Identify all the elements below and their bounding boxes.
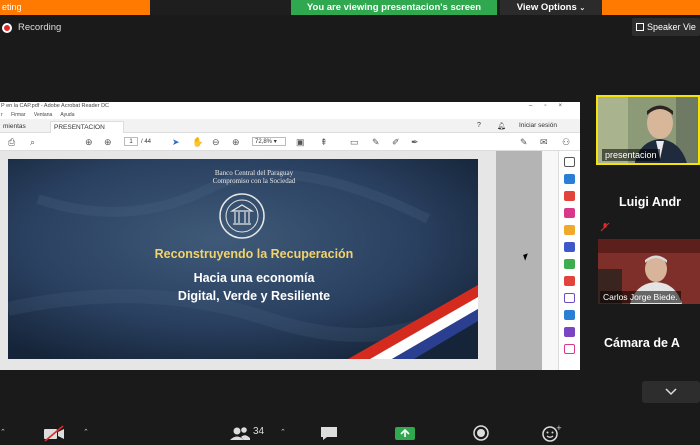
page-total: / 44 bbox=[141, 139, 152, 145]
page-up-icon[interactable]: ⊕ bbox=[85, 137, 93, 147]
meeting-controls-bar: ⌃ ⌃ 34 ⌃ + bbox=[0, 420, 700, 445]
zoom-window: eting You are viewing presentacion's scr… bbox=[0, 0, 700, 445]
acrobat-title: P en la CAP.pdf - Adobe Acrobat Reader D… bbox=[1, 103, 110, 109]
edit-pdf-icon[interactable] bbox=[564, 208, 575, 218]
export-pdf-icon[interactable] bbox=[564, 174, 575, 184]
acrobat-title-bar: P en la CAP.pdf - Adobe Acrobat Reader D… bbox=[0, 102, 580, 111]
sign-icon[interactable]: ✒ bbox=[411, 137, 419, 147]
comment-icon[interactable]: ▭ bbox=[350, 137, 359, 147]
organize-icon[interactable] bbox=[564, 259, 575, 269]
chat-icon[interactable] bbox=[319, 424, 339, 442]
menu-item-firmar[interactable]: Firmar bbox=[11, 112, 25, 118]
chevron-down-icon bbox=[665, 388, 677, 396]
print-icon[interactable]: ⎙ bbox=[8, 137, 15, 147]
reactions-icon[interactable]: + bbox=[540, 424, 562, 442]
participants-icon[interactable] bbox=[229, 424, 251, 442]
edit-icon[interactable]: ✎ bbox=[520, 137, 528, 147]
optimize-icon[interactable] bbox=[564, 310, 575, 320]
participant-name: Luigi Andr bbox=[619, 195, 682, 209]
record-icon[interactable] bbox=[471, 424, 491, 442]
page-input[interactable]: 1 bbox=[124, 137, 138, 146]
participant-tile-luigi[interactable]: Luigi Andr bbox=[598, 177, 700, 227]
fill-sign-icon[interactable] bbox=[564, 327, 575, 337]
top-right-bar bbox=[602, 0, 700, 15]
presenter-video-tile[interactable]: presentacion bbox=[596, 95, 700, 165]
recording-label: Recording bbox=[18, 22, 62, 33]
create-pdf-icon[interactable] bbox=[564, 191, 575, 201]
scroll-mode-icon[interactable]: ⇞ bbox=[320, 137, 328, 147]
participant-label: Carlos Jorge Biede. bbox=[600, 291, 681, 303]
window-controls[interactable]: –▫× bbox=[529, 102, 574, 111]
mail-icon[interactable]: ✉ bbox=[540, 137, 548, 147]
document-area: Banco Central del Paraguay Compromiso co… bbox=[0, 151, 558, 370]
menu-item-ayuda[interactable]: Ayuda bbox=[60, 112, 74, 118]
acrobat-menu: r Firmar Ventana Ayuda bbox=[0, 111, 580, 119]
zoom-out-icon[interactable]: ⊖ bbox=[212, 137, 220, 147]
viewing-banner: You are viewing presentacion's screen bbox=[291, 0, 497, 15]
menu-item-ventana[interactable]: Ventana bbox=[34, 112, 52, 118]
tools-side-panel bbox=[558, 151, 580, 370]
protect-icon[interactable] bbox=[564, 293, 575, 303]
speaker-view-button[interactable]: Speaker Vie bbox=[632, 18, 700, 36]
page-navigator: 1/ 44 bbox=[124, 137, 151, 146]
participants-count: 34 bbox=[253, 426, 265, 437]
zoom-select[interactable]: 72,8% ▾ bbox=[252, 137, 286, 146]
help-icon[interactable]: ? bbox=[477, 122, 481, 129]
flag-stripes bbox=[348, 285, 478, 359]
document-gutter bbox=[496, 151, 542, 370]
vertical-scrollbar[interactable] bbox=[542, 151, 558, 370]
record-icon bbox=[2, 22, 12, 33]
share-icon[interactable]: ⚇ bbox=[562, 137, 570, 147]
grid-icon bbox=[636, 23, 644, 31]
mic-muted-icon bbox=[600, 222, 610, 232]
hand-icon[interactable]: ✋ bbox=[192, 137, 203, 147]
page-down-icon[interactable]: ⊕ bbox=[104, 137, 112, 147]
zoom-in-icon[interactable]: ⊕ bbox=[232, 137, 240, 147]
video-options-caret[interactable]: ⌃ bbox=[83, 428, 89, 436]
tab-tools[interactable]: mientas bbox=[0, 121, 29, 133]
participant-name: Cámara de A bbox=[604, 336, 680, 350]
acrobat-tabs: mientas PRESENTACION BC... × ? 🔔︎ Inicia… bbox=[0, 119, 580, 143]
chevron-down-icon: ⌄ bbox=[579, 5, 586, 12]
presenter-label: presentacion bbox=[602, 149, 660, 161]
gallery-scroll-down-button[interactable] bbox=[642, 381, 700, 403]
recording-indicator[interactable]: Recording bbox=[2, 22, 61, 33]
bell-icon[interactable]: 🔔︎ bbox=[497, 122, 506, 130]
participant-tile-camara[interactable]: Cámara de A bbox=[598, 318, 700, 368]
select-icon[interactable]: ➤ bbox=[172, 137, 180, 147]
menu-item[interactable]: r bbox=[1, 112, 3, 118]
redact-icon[interactable] bbox=[564, 276, 575, 286]
share-screen-icon[interactable] bbox=[394, 424, 416, 442]
acrobat-toolbar: ⎙ ⌕ ⊕ ⊕ 1/ 44 ➤ ✋ ⊖ ⊕ 72,8% ▾ ▣ ⇞ ▭ ✎ ✐ … bbox=[0, 133, 580, 151]
zoom-level: 72,8% bbox=[255, 139, 273, 145]
chevron-down-icon: ▾ bbox=[273, 139, 277, 145]
combine-icon[interactable] bbox=[564, 242, 575, 252]
draw-icon[interactable]: ✐ bbox=[392, 137, 400, 147]
acrobat-window: P en la CAP.pdf - Adobe Acrobat Reader D… bbox=[0, 102, 580, 370]
presentation-slide: Banco Central del Paraguay Compromiso co… bbox=[8, 159, 478, 359]
video-off-icon[interactable] bbox=[43, 424, 65, 442]
audio-options-caret[interactable]: ⌃ bbox=[0, 428, 6, 436]
search-icon[interactable]: ⌕ bbox=[30, 137, 35, 147]
tab-document[interactable]: PRESENTACION BC... × bbox=[50, 121, 124, 143]
participant-tile-carlos[interactable]: Carlos Jorge Biede. bbox=[598, 239, 700, 304]
participants-caret[interactable]: ⌃ bbox=[280, 428, 286, 436]
view-options-label: View Options bbox=[516, 2, 577, 13]
view-options-button[interactable]: View Options ⌄ bbox=[500, 0, 602, 15]
fit-page-icon[interactable]: ▣ bbox=[296, 137, 305, 147]
zoom-tool-icon[interactable] bbox=[564, 157, 575, 167]
comment-tool-icon[interactable] bbox=[564, 225, 575, 235]
meeting-tag: eting bbox=[0, 0, 150, 15]
highlight-icon[interactable]: ✎ bbox=[372, 137, 380, 147]
speaker-view-label: Speaker Vie bbox=[647, 22, 696, 32]
svg-text:+: + bbox=[556, 424, 562, 432]
signin-link[interactable]: Iniciar sesión bbox=[519, 122, 557, 129]
send-icon[interactable] bbox=[564, 344, 575, 354]
